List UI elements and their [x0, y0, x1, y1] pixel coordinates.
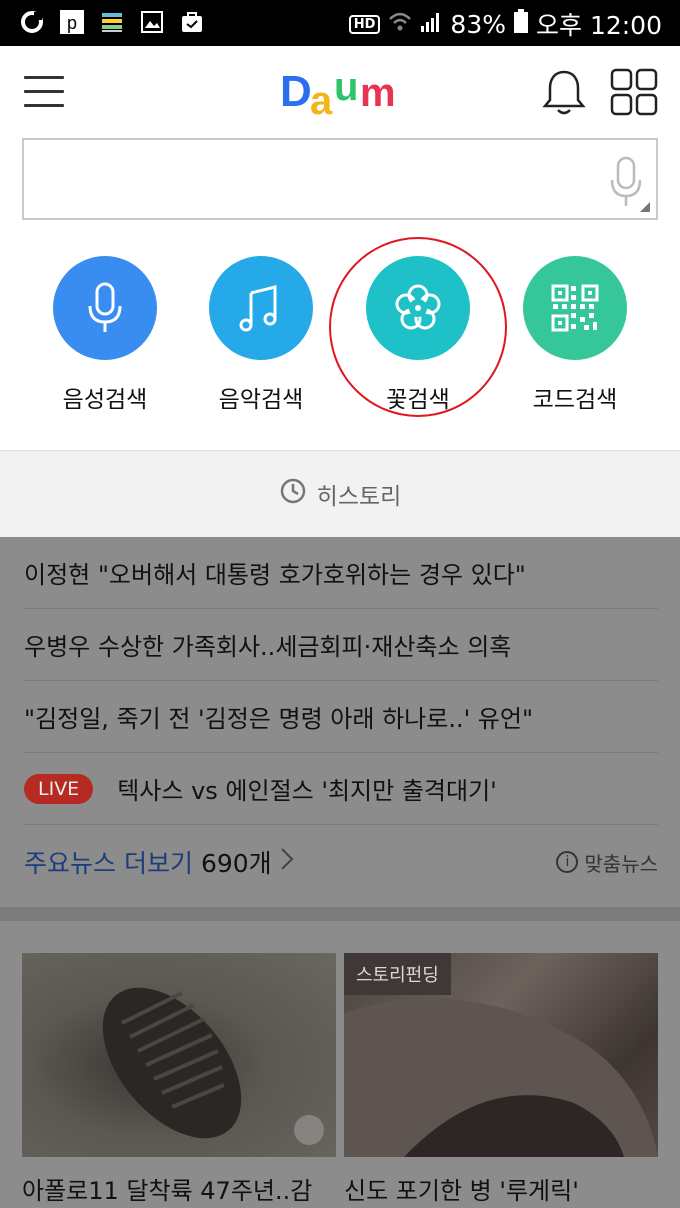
- footprint-image: [22, 953, 336, 1157]
- quick-search-label: 음성검색: [62, 387, 148, 413]
- code-search-button[interactable]: 코드검색: [500, 256, 650, 414]
- signal-icon: [420, 10, 442, 39]
- app-grid-icon[interactable]: [610, 68, 658, 116]
- more-news-row: 주요뉴스 더보기 690개 i 맞춤뉴스: [24, 825, 658, 899]
- wifi-icon: [388, 10, 412, 39]
- dimmed-content-overlay: 이정현 "오버해서 대통령 호가호위하는 경우 있다" 우병우 수상한 가족회사…: [0, 537, 680, 1208]
- qr-code-icon: [523, 256, 627, 360]
- live-news-text: 텍사스 vs 에인절스 '최지만 출격대기': [117, 777, 497, 805]
- notification-bell-icon[interactable]: [540, 68, 588, 118]
- news-item[interactable]: 이정현 "오버해서 대통령 호가호위하는 경우 있다": [24, 537, 658, 609]
- story-card[interactable]: 스토리펀딩 신도 포기한 병 '루게릭': [344, 953, 658, 1208]
- flag-icon: [98, 8, 126, 36]
- live-badge: LIVE: [24, 773, 94, 804]
- news-item[interactable]: "김정일, 죽기 전 '김정은 명령 아래 하나로..' 유언": [24, 681, 658, 753]
- p-icon: p: [58, 8, 86, 36]
- story-cards: 아폴로11 달착륙 47주년..감 스토리펀딩 신도 포기한 병 '루게릭': [22, 953, 658, 1208]
- info-icon: i: [556, 851, 579, 873]
- clock: 오후 12:00: [536, 11, 662, 40]
- voice-search-button[interactable]: 음성검색: [30, 256, 180, 414]
- storyfunding-badge: 스토리펀딩: [344, 953, 451, 995]
- story-card-title: 신도 포기한 병 '루게릭': [344, 1177, 579, 1205]
- resize-corner: [640, 202, 650, 212]
- svg-text:u: u: [334, 65, 358, 109]
- status-bar: p HD 83% 오후 12:00: [0, 0, 680, 46]
- quick-search-label: 음악검색: [218, 387, 304, 413]
- history-button[interactable]: 히스토리: [0, 450, 680, 537]
- o-icon: [18, 8, 46, 36]
- app-header: D a u m: [0, 46, 680, 136]
- svg-text:D: D: [280, 67, 312, 116]
- search-input[interactable]: [34, 154, 594, 204]
- custom-news-button[interactable]: i 맞춤뉴스: [556, 848, 658, 877]
- highlight-circle-annotation: [329, 237, 507, 417]
- music-search-button[interactable]: 음악검색: [186, 256, 336, 414]
- mic-icon: [53, 256, 157, 360]
- news-list: 이정현 "오버해서 대통령 호가호위하는 경우 있다" 우병우 수상한 가족회사…: [24, 537, 658, 899]
- hd-badge: HD: [348, 14, 381, 34]
- more-news-link[interactable]: 주요뉴스 더보기: [24, 844, 193, 880]
- news-item-live[interactable]: LIVE 텍사스 vs 에인절스 '최지만 출격대기': [24, 753, 658, 825]
- quick-search-label: 코드검색: [532, 387, 618, 413]
- story-card[interactable]: 아폴로11 달착륙 47주년..감: [22, 953, 336, 1208]
- daum-logo[interactable]: D a u m: [280, 64, 404, 123]
- battery-icon: [514, 9, 528, 39]
- custom-news-label: 맞춤뉴스: [584, 851, 658, 876]
- portrait-image: 스토리펀딩: [344, 953, 658, 1157]
- svg-text:p: p: [67, 13, 77, 33]
- more-news-count: 690개: [200, 849, 272, 878]
- music-note-icon: [209, 256, 313, 360]
- svg-text:m: m: [360, 71, 396, 115]
- story-card-title: 아폴로11 달착륙 47주년..감: [22, 1177, 313, 1205]
- news-item[interactable]: 우병우 수상한 가족회사..세금회피·재산축소 의혹: [24, 609, 658, 681]
- section-divider: [0, 907, 680, 921]
- image-gallery-icon: [294, 1115, 324, 1145]
- history-label: 히스토리: [316, 484, 402, 510]
- svg-text:a: a: [310, 79, 333, 120]
- hamburger-menu-icon[interactable]: [24, 76, 64, 108]
- bag-icon: [178, 8, 206, 36]
- battery-percent: 83%: [450, 9, 506, 39]
- clock-icon: [279, 477, 307, 511]
- chevron-right-icon[interactable]: [280, 847, 294, 877]
- search-box: [22, 138, 658, 220]
- image-icon: [138, 8, 166, 36]
